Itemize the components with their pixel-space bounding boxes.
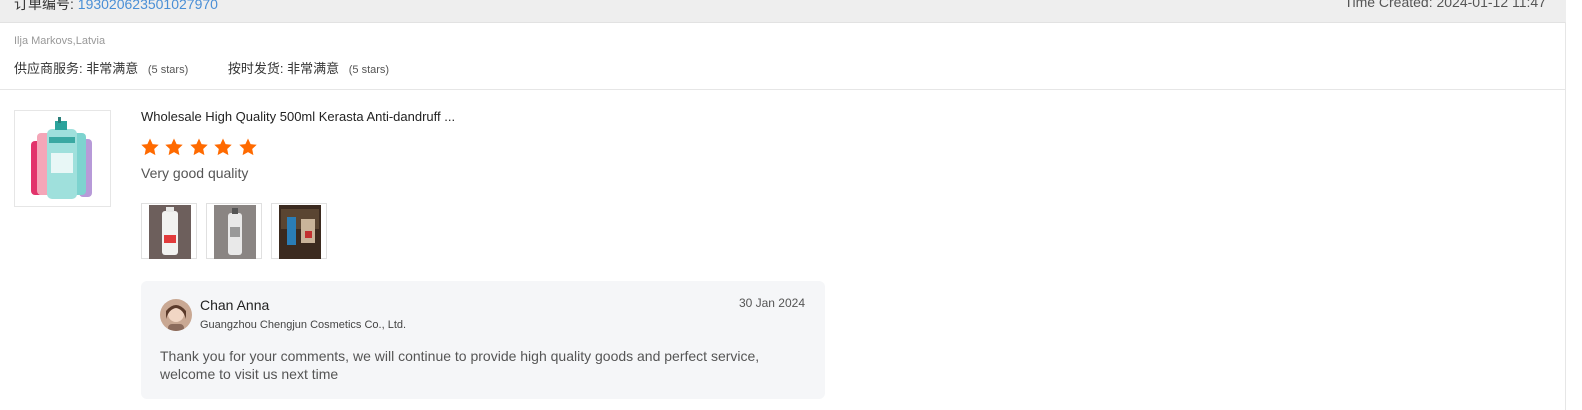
right-border xyxy=(1565,22,1566,410)
supplier-ratings: 供应商服务: 非常满意 (5 stars) 按时发货: 非常满意 (5 star… xyxy=(14,58,425,77)
review-photo-gray-bottle[interactable] xyxy=(206,203,262,259)
rating-on-time-delivery: 按时发货: 非常满意 (5 stars) xyxy=(228,58,389,77)
order-number: 订单编号: 193020623501027970 xyxy=(14,0,218,14)
rating-stars-text: (5 stars) xyxy=(147,64,189,76)
review-photo-box[interactable] xyxy=(271,203,327,259)
order-number-label: 订单编号: xyxy=(14,0,74,12)
star-icon xyxy=(190,138,208,156)
reply-company[interactable]: Guangzhou Chengjun Cosmetics Co., Ltd. xyxy=(200,319,406,331)
avatar xyxy=(160,299,192,331)
star-icon xyxy=(141,138,159,156)
section-divider xyxy=(0,89,1566,90)
shampoo-bottles-image[interactable] xyxy=(14,110,111,207)
order-header-bar: 订单编号: 193020623501027970 Time Created: 2… xyxy=(0,0,1566,23)
buyer-name-location: Ilja Markovs,Latvia xyxy=(14,35,106,47)
rating-value: 非常满意 xyxy=(86,61,139,76)
rating-supplier-service: 供应商服务: 非常满意 (5 stars) xyxy=(14,58,188,77)
reply-text: Thank you for your comments, we will con… xyxy=(160,348,760,382)
reply-author-name: Chan Anna xyxy=(200,297,270,313)
review-photo-white-bottle[interactable] xyxy=(141,203,197,259)
order-number-link[interactable]: 193020623501027970 xyxy=(78,0,218,12)
star-icon xyxy=(239,138,257,156)
rating-label: 按时发货: xyxy=(227,61,284,76)
avatar-icon xyxy=(160,299,192,331)
star-icon xyxy=(165,138,184,156)
rating-label: 供应商服务: xyxy=(14,61,83,76)
product-title[interactable]: Wholesale High Quality 500ml Kerasta Ant… xyxy=(141,109,455,124)
rating-stars-text: (5 stars) xyxy=(348,64,390,76)
reply-date: 30 Jan 2024 xyxy=(738,296,805,310)
time-created: Time Created: 2024-01-12 11:47 xyxy=(1344,0,1546,10)
product-thumbnail-icon xyxy=(31,117,92,199)
rating-value: 非常满意 xyxy=(287,61,340,76)
supplier-reply-card: Chan Anna Guangzhou Chengjun Cosmetics C… xyxy=(141,281,825,399)
product-star-rating xyxy=(140,137,258,157)
review-comment: Very good quality xyxy=(141,165,249,181)
star-icon xyxy=(214,138,233,156)
